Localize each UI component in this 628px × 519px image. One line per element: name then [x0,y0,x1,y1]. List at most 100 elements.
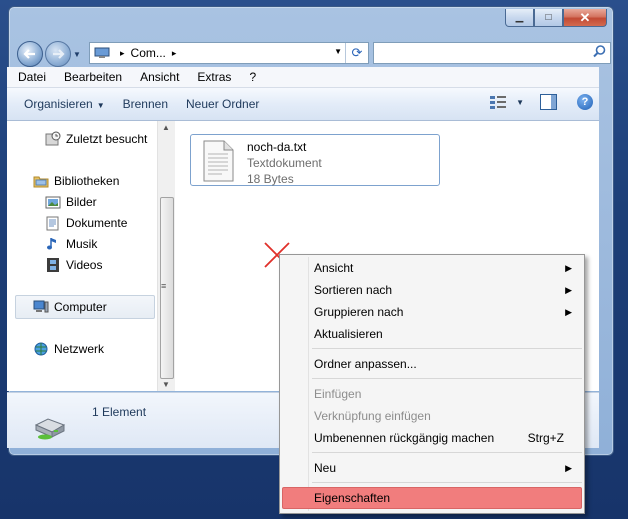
videos-icon [47,258,59,272]
menu-item-label: Gruppieren nach [314,305,404,319]
text-file-icon [203,140,234,182]
menu-item-label: Neu [314,461,337,475]
menu-item-label: Aktualisieren [314,327,383,341]
recent-places-icon [45,131,61,146]
nav-item-music[interactable]: Musik [45,236,97,252]
music-icon [47,238,56,250]
view-dropdown-icon[interactable]: ▼ [516,98,524,107]
nav-item-label: Musik [66,237,98,251]
computer-icon [94,47,110,58]
arrow-left-icon [23,49,35,59]
breadcrumb-separator[interactable]: ▸ [172,48,177,59]
file-size: 18 Bytes [247,172,294,186]
menu-separator [312,452,582,453]
menu-item-new[interactable]: Neu ▶ [282,457,582,479]
address-dropdown[interactable]: ▼ [334,47,342,56]
organize-button[interactable]: Organisieren ▼ [24,97,105,111]
menu-item-undo-rename[interactable]: Umbenennen rückgängig machen Strg+Z [282,427,582,449]
menu-separator [312,348,582,349]
command-bar: Organisieren ▼ Brennen Neuer Ordner ▼ ? [7,88,599,121]
navigation-bar: ▼ ▸ Com... ▸ ▼ ⟳ [17,41,611,67]
preview-pane-icon[interactable] [540,94,557,110]
menu-separator [312,378,582,379]
close-button[interactable]: ✕ [563,9,607,27]
menu-tools[interactable]: Extras [190,70,238,84]
context-menu: Ansicht ▶ Sortieren nach ▶ Gruppieren na… [279,254,585,514]
menu-item-group-by[interactable]: Gruppieren nach ▶ [282,301,582,323]
menu-item-sort-by[interactable]: Sortieren nach ▶ [282,279,582,301]
arrow-right-icon [53,49,65,59]
computer-icon [33,300,49,313]
menu-edit[interactable]: Bearbeiten [57,70,129,84]
minimize-button[interactable]: ▁ [505,9,534,27]
submenu-arrow-icon: ▶ [565,284,572,295]
nav-item-videos[interactable]: Videos [45,257,102,273]
documents-icon [46,216,59,231]
nav-item-network[interactable]: Netzwerk [33,341,104,357]
submenu-arrow-icon: ▶ [565,262,572,273]
recent-pages-dropdown[interactable]: ▼ [73,50,81,59]
chevron-down-icon: ▼ [96,101,105,110]
menu-item-properties[interactable]: Eigenschaften [282,487,582,509]
nav-item-label: Zuletzt besucht [66,132,148,146]
network-icon [34,342,48,356]
caption-buttons: ▁ □ ✕ [505,9,607,27]
navigation-pane: Zuletzt besucht Bibliotheken Bilder Doku… [7,121,158,391]
menu-item-shortcut: Strg+Z [527,431,564,445]
scroll-grip-icon: ≡ [161,281,167,291]
pictures-icon [45,196,61,209]
libraries-icon [33,176,49,188]
organize-label: Organisieren [24,97,93,111]
nav-item-label: Dokumente [66,216,128,230]
submenu-arrow-icon: ▶ [565,306,572,317]
address-bar[interactable]: ▸ Com... ▸ ▼ ⟳ [89,42,369,64]
file-item[interactable]: noch-da.txt Textdokument 18 Bytes [190,134,440,186]
menu-item-refresh[interactable]: Aktualisieren [282,323,582,345]
help-icon[interactable]: ? [577,94,593,110]
refresh-button[interactable]: ⟳ [345,43,368,63]
item-count: 1 Element [92,405,147,419]
breadcrumb-computer[interactable]: Com... [131,46,166,60]
nav-item-computer[interactable]: Computer [15,295,155,319]
menu-item-view[interactable]: Ansicht ▶ [282,257,582,279]
menu-item-paste[interactable]: Einfügen [282,383,582,405]
menu-item-label: Ordner anpassen... [314,357,417,371]
breadcrumb-separator: ▸ [120,47,125,58]
nav-item-documents[interactable]: Dokumente [45,215,127,231]
navigation-scrollbar[interactable]: ▲ ≡ ▼ [157,121,175,391]
menu-bar: Datei Bearbeiten Ansicht Extras ? [7,67,599,88]
menu-item-label: Verknüpfung einfügen [314,409,431,423]
maximize-button[interactable]: □ [534,9,563,27]
menu-item-label: Einfügen [314,387,362,401]
command-bar-right: ▼ ? [490,94,593,110]
nav-item-pictures[interactable]: Bilder [45,194,97,210]
removable-drive-icon [34,418,66,440]
menu-view[interactable]: Ansicht [133,70,186,84]
nav-item-label: Bibliotheken [54,174,120,188]
forward-button[interactable] [45,41,71,67]
file-name: noch-da.txt [247,140,307,154]
menu-item-label: Umbenennen rückgängig machen [314,431,495,445]
menu-item-customize-folder[interactable]: Ordner anpassen... [282,353,582,375]
nav-item-recent[interactable]: Zuletzt besucht [45,131,147,147]
search-input[interactable] [373,42,611,64]
scroll-up-icon[interactable]: ▲ [162,123,170,132]
menu-file[interactable]: Datei [11,70,53,84]
scroll-down-icon[interactable]: ▼ [162,380,170,389]
menu-help[interactable]: ? [242,70,263,84]
menu-item-paste-shortcut[interactable]: Verknüpfung einfügen [282,405,582,427]
menu-separator [312,482,582,483]
menu-item-label: Sortieren nach [314,283,393,297]
burn-button[interactable]: Brennen [123,97,168,111]
search-icon [593,45,606,58]
file-type: Textdokument [247,156,322,170]
new-folder-button[interactable]: Neuer Ordner [186,97,259,111]
change-view-icon[interactable] [490,95,507,109]
nav-item-label: Computer [54,300,107,314]
menu-item-label: Eigenschaften [314,491,391,505]
nav-item-label: Videos [66,258,103,272]
nav-item-libraries[interactable]: Bibliotheken [33,173,119,189]
menu-item-label: Ansicht [314,261,354,275]
nav-item-label: Netzwerk [54,342,105,356]
back-button[interactable] [17,41,43,67]
